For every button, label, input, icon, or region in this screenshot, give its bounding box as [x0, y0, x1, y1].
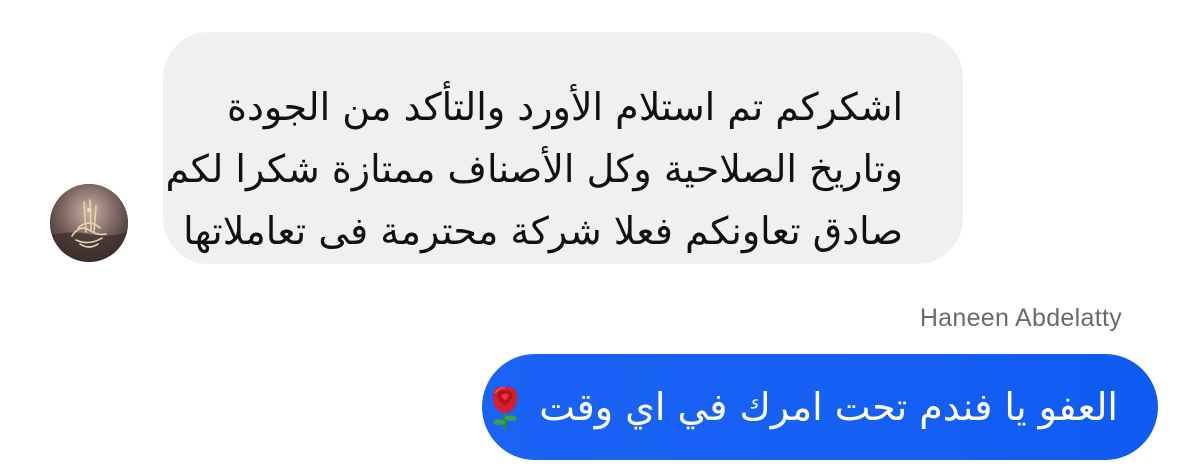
- incoming-message-line: صادق تعاونكم فعلا شركة محترمة فى تعاملات…: [183, 209, 903, 253]
- incoming-message-line: وتاريخ الصلاحية وكل الأصناف ممتازة شكرا …: [165, 147, 903, 191]
- incoming-message-line: اشكركم تم استلام الأورد والتأكد من الجود…: [227, 85, 903, 129]
- outgoing-message-bubble[interactable]: العفو يا فندم تحت امرك في اي وقت: [482, 354, 1158, 460]
- calligraphy-avatar-icon: [50, 184, 128, 262]
- outgoing-message: العفو يا فندم تحت امرك في اي وقت: [485, 383, 1118, 431]
- outgoing-message-text: العفو يا فندم تحت امرك في اي وقت: [539, 385, 1118, 429]
- incoming-message-text: اشكركم تم استلام الأورد والتأكد من الجود…: [165, 76, 903, 262]
- contact-avatar[interactable]: [50, 184, 128, 262]
- incoming-message-bubble[interactable]: اشكركم تم استلام الأورد والتأكد من الجود…: [163, 32, 963, 264]
- rose-icon: [485, 383, 525, 431]
- sender-name: Haneen Abdelatty: [919, 304, 1122, 332]
